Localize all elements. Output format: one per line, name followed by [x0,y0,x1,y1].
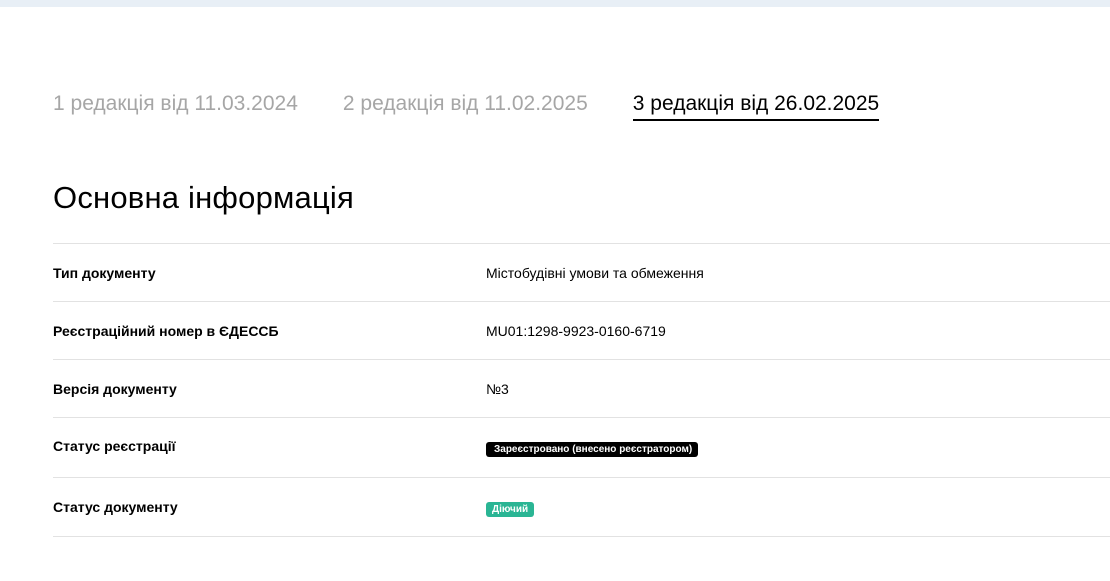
row-registration-number: Реєстраційний номер в ЄДЕССБ MU01:1298-9… [53,301,1110,359]
row-value: Зареєстровано (внесено реєстратором) [486,438,699,457]
row-label: Статус документу [53,499,178,515]
document-status-badge: Діючий [486,501,535,517]
row-label: Тип документу [53,264,156,281]
tab-revision-1[interactable]: 1 редакція від 11.03.2024 [53,90,298,121]
row-document-type: Тип документу Містобудівні умови та обме… [53,243,1110,301]
row-value: MU01:1298-9923-0160-6719 [486,322,666,339]
row-label: Версія документу [53,380,177,397]
row-label: Реєстраційний номер в ЄДЕССБ [53,322,279,339]
row-value: Діючий [486,498,535,517]
registration-status-badge: Зареєстровано (внесено реєстратором) [486,442,699,457]
row-value: №3 [486,380,509,397]
row-document-version: Версія документу №3 [53,359,1110,417]
row-label: Статус реєстрації [53,437,176,454]
row-value: Містобудівні умови та обмеження [486,264,704,281]
info-table: Тип документу Містобудівні умови та обме… [53,243,1110,537]
revision-tabs: 1 редакція від 11.03.2024 2 редакція від… [53,90,880,121]
tab-revision-2[interactable]: 2 редакція від 11.02.2025 [343,90,588,121]
section-title: Основна інформація [53,180,354,215]
tab-revision-3[interactable]: 3 редакція від 26.02.2025 [632,90,880,121]
row-registration-status: Статус реєстрації Зареєстровано (внесено… [53,417,1110,477]
top-strip [0,0,1110,7]
row-document-status: Статус документу Діючий [53,477,1110,537]
